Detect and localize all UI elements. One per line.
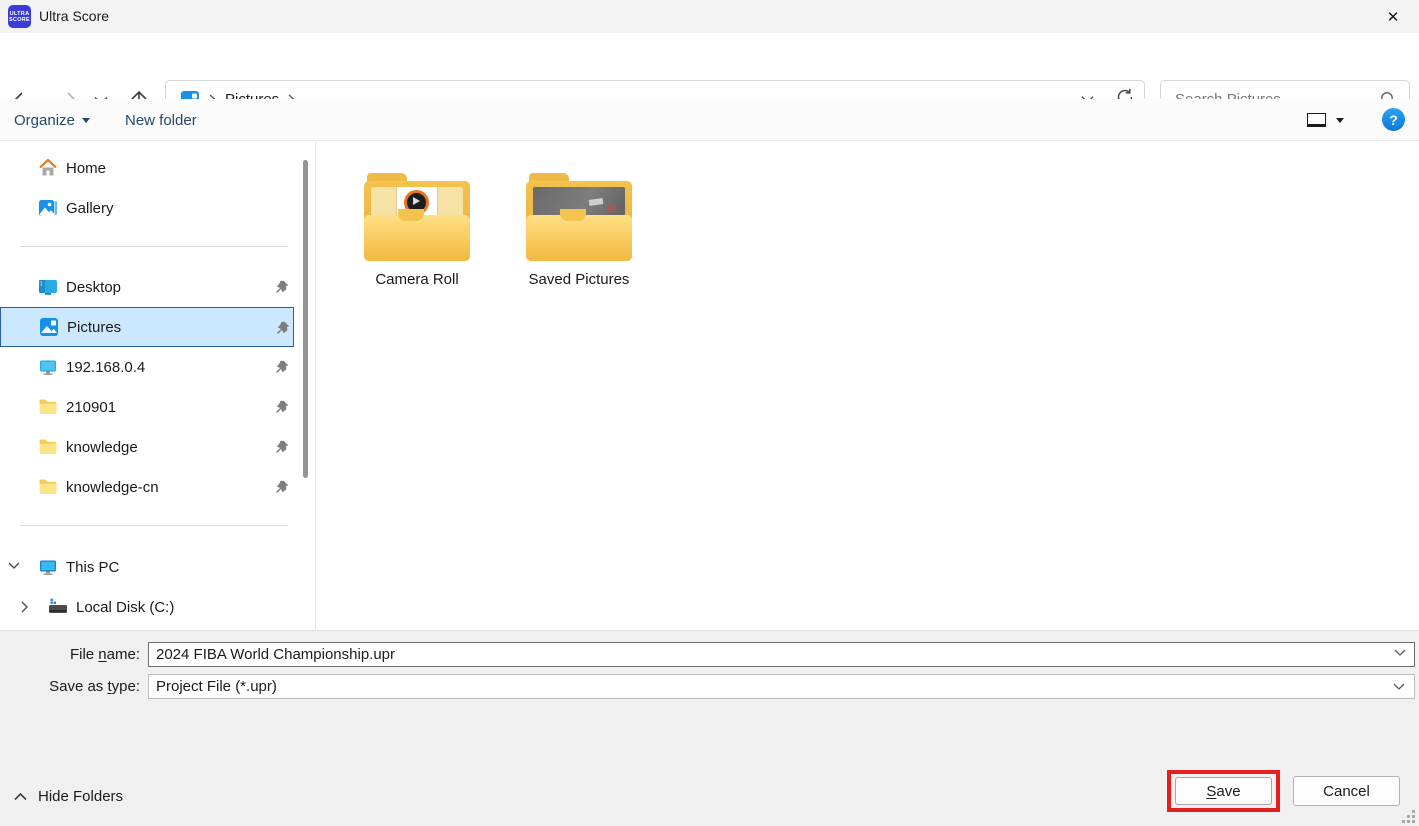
- folder-icon: [38, 397, 58, 417]
- hide-folders-button[interactable]: Hide Folders: [14, 781, 123, 811]
- home-icon: [38, 158, 58, 178]
- organize-button[interactable]: Organize: [14, 99, 90, 141]
- pin-icon: [275, 280, 289, 294]
- sidebar-divider: [20, 246, 288, 247]
- save-as-type-select[interactable]: Project File (*.upr): [148, 674, 1415, 699]
- view-thumbnail-icon: [1307, 113, 1326, 127]
- folder-icon: [38, 437, 58, 457]
- app-logo-icon: ULTRA SCORE: [8, 5, 31, 28]
- main-region: Home Gallery Desktop Pictures 192.168.0.…: [0, 141, 1419, 630]
- save-button[interactable]: Save: [1175, 777, 1272, 805]
- pin-icon: [275, 400, 289, 414]
- gallery-icon: [38, 198, 58, 218]
- save-dialog-window: ULTRA SCORE Ultra Score ✕: [0, 0, 1419, 826]
- folder-name: Saved Pictures: [529, 271, 630, 288]
- chevron-right-icon[interactable]: [20, 601, 29, 613]
- folder-large-icon: [364, 165, 470, 261]
- help-button[interactable]: ?: [1382, 108, 1405, 131]
- navigation-bar: Pictures: [0, 33, 1419, 99]
- save-as-type-value: Project File (*.upr): [156, 678, 277, 695]
- sidebar-item-knowledge[interactable]: knowledge: [0, 427, 294, 467]
- folder-tile-camera-roll[interactable]: Camera Roll: [350, 165, 484, 288]
- file-name-combobox[interactable]: [148, 642, 1415, 667]
- pin-icon: [275, 440, 289, 454]
- sidebar-item-knowledge-cn[interactable]: knowledge-cn: [0, 467, 294, 507]
- sidebar-item-gallery[interactable]: Gallery: [0, 188, 294, 228]
- save-as-type-label: Save as type:: [0, 678, 140, 695]
- title-bar: ULTRA SCORE Ultra Score ✕: [0, 0, 1419, 33]
- new-folder-button[interactable]: New folder: [125, 99, 197, 141]
- this-pc-icon: [38, 557, 58, 577]
- view-dropdown-arrow-icon: [1336, 118, 1344, 123]
- desktop-icon: [38, 277, 58, 297]
- chevron-up-icon: [14, 792, 27, 801]
- sidebar-item-home[interactable]: Home: [0, 148, 294, 188]
- close-button[interactable]: ✕: [1373, 0, 1413, 33]
- pin-icon: [275, 480, 289, 494]
- chevron-down-icon[interactable]: [1394, 649, 1406, 657]
- dropdown-arrow-icon: [82, 118, 90, 123]
- folder-tile-saved-pictures[interactable]: Saved Pictures: [512, 165, 646, 288]
- sidebar-item-this-pc[interactable]: This PC: [0, 547, 294, 587]
- chevron-down-icon: [1393, 683, 1405, 691]
- pin-icon: [275, 360, 289, 374]
- chevron-down-icon[interactable]: [8, 561, 20, 570]
- cancel-button[interactable]: Cancel: [1293, 776, 1400, 806]
- folder-name: Camera Roll: [375, 271, 458, 288]
- help-icon: ?: [1389, 112, 1398, 128]
- folder-icon: [38, 477, 58, 497]
- local-disk-icon: [48, 597, 68, 617]
- window-title: Ultra Score: [39, 8, 109, 24]
- change-view-button[interactable]: [1307, 99, 1344, 141]
- sidebar-item-local-disk-c[interactable]: Local Disk (C:): [0, 587, 294, 627]
- close-icon: ✕: [1387, 8, 1400, 26]
- folder-large-icon: [526, 165, 632, 261]
- bottom-panel: File name: Save as type: Project File (*…: [0, 630, 1419, 826]
- file-list-area[interactable]: Camera Roll Saved Pictures: [317, 141, 1419, 630]
- sidebar-divider: [20, 525, 288, 526]
- sidebar-item-desktop[interactable]: Desktop: [0, 267, 294, 307]
- resize-grip[interactable]: [1402, 810, 1416, 824]
- dialog-toolbar: Organize New folder ?: [0, 99, 1419, 141]
- navigation-pane: Home Gallery Desktop Pictures 192.168.0.…: [0, 141, 316, 630]
- sidebar-item-network-host[interactable]: 192.168.0.4: [0, 347, 294, 387]
- sidebar-item-210901[interactable]: 210901: [0, 387, 294, 427]
- sidebar-item-pictures[interactable]: Pictures: [0, 307, 294, 347]
- sidebar-scrollbar[interactable]: [303, 160, 308, 478]
- network-computer-icon: [38, 357, 58, 377]
- file-name-input[interactable]: [148, 642, 1415, 667]
- pin-icon: [276, 321, 290, 335]
- pictures-icon: [39, 317, 59, 337]
- file-name-label: File name:: [0, 646, 140, 663]
